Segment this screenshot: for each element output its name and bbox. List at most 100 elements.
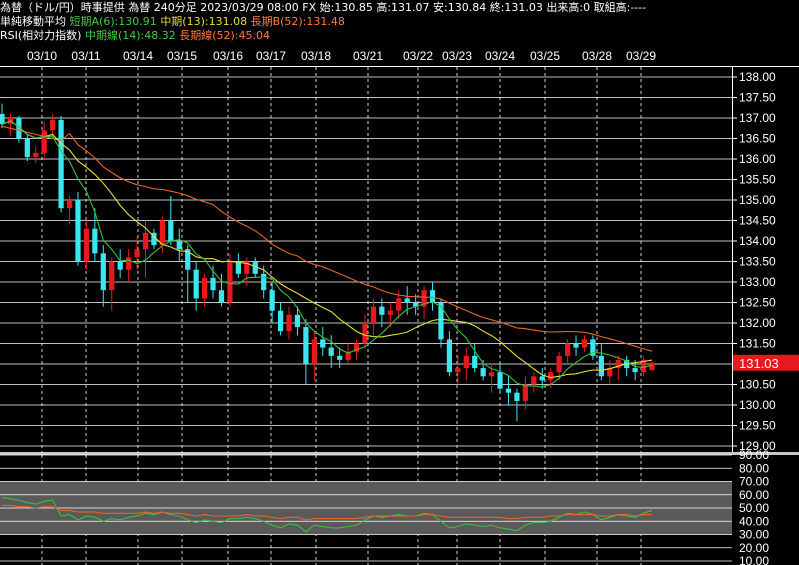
candle-body: [379, 306, 385, 315]
date-tick-label: 03/14: [123, 49, 153, 63]
rsi-tick-label: 70.00: [739, 475, 769, 489]
last-price-label: 131.03: [739, 356, 779, 371]
candle-body: [83, 228, 90, 262]
date-tick-label: 03/22: [403, 49, 433, 63]
candle-body: [0, 113, 5, 125]
candle-body: [66, 200, 73, 209]
date-tick-label: 03/28: [582, 49, 612, 63]
candle-body: [50, 120, 56, 131]
candle-body: [159, 220, 166, 246]
price-tick-label: 137.00: [739, 111, 776, 125]
candle-body: [235, 261, 241, 274]
candle-body: [387, 310, 393, 315]
candle-body: [539, 376, 545, 381]
candle-body: [303, 327, 309, 364]
candle-body: [438, 302, 444, 340]
date-tick-label: 03/18: [301, 49, 331, 63]
date-tick-label: 03/10: [27, 49, 57, 63]
rsi-tick-label: 30.00: [739, 528, 769, 542]
candle-body: [564, 343, 571, 356]
date-tick-label: 03/29: [626, 49, 656, 63]
candle-body: [193, 269, 199, 299]
candle-body: [598, 355, 604, 377]
candle-body: [581, 339, 588, 348]
candle-body: [294, 314, 301, 328]
price-tick-label: 132.00: [739, 316, 776, 330]
date-tick-label: 03/15: [167, 49, 197, 63]
rsi-tick-label: 40.00: [739, 514, 769, 528]
rsi-tick-label: 90.00: [739, 448, 769, 462]
candle-body: [649, 362, 655, 371]
candle-body: [320, 339, 326, 348]
candle-body: [480, 368, 486, 377]
price-tick-label: 135.50: [739, 173, 776, 187]
price-tick-label: 129.50: [739, 419, 776, 433]
rsi-tick-label: 50.00: [739, 501, 769, 515]
date-tick-label: 03/25: [530, 49, 560, 63]
candle-body: [548, 372, 554, 381]
candle-body: [286, 314, 292, 332]
price-tick-label: 134.50: [739, 214, 776, 228]
candle-body: [41, 130, 47, 153]
candle-body: [531, 376, 537, 385]
chart-canvas[interactable]: 138.00 137.50 137.00 136.50 136.00 135.50 135.…: [0, 0, 799, 565]
date-axis-bar: [0, 44, 799, 67]
date-tick-label: 03/17: [256, 49, 286, 63]
candle-body: [261, 273, 267, 291]
price-tick-label: 134.00: [739, 234, 776, 248]
price-tick-label: 131.50: [739, 337, 776, 351]
candle-body: [472, 355, 478, 369]
candle-body: [488, 372, 495, 377]
price-tick-label: 136.50: [739, 132, 776, 146]
candle-body: [210, 277, 216, 291]
candle-body: [117, 261, 123, 270]
price-tick-label: 133.00: [739, 275, 776, 289]
candle-body: [429, 290, 436, 303]
rsi-tick-label: 10.00: [739, 554, 769, 565]
price-tick-label: 136.00: [739, 152, 776, 166]
candle-body: [176, 241, 182, 250]
date-tick-label: 03/21: [353, 49, 383, 63]
panel-separator: [0, 452, 799, 455]
candle-body: [497, 372, 503, 389]
candle-body: [142, 232, 149, 250]
candle-body: [446, 339, 453, 373]
candle-body: [632, 368, 638, 373]
candle-body: [33, 152, 39, 157]
candle-body: [337, 355, 343, 360]
candle-body: [201, 277, 208, 299]
candle-body: [311, 339, 317, 364]
candle-body: [168, 220, 174, 241]
rsi-tick-label: 60.00: [739, 488, 769, 502]
date-tick-label: 03/11: [71, 49, 100, 63]
candle-body: [218, 290, 225, 303]
price-tick-label: 132.50: [739, 296, 776, 310]
ma-short-line: [1, 120, 653, 388]
candle-body: [463, 355, 469, 369]
candle-body: [396, 298, 402, 311]
candle-body: [362, 323, 368, 344]
candle-body: [24, 138, 30, 157]
candle-body: [505, 388, 512, 393]
rsi-tick-label: 20.00: [739, 541, 769, 555]
date-tick-label: 03/16: [213, 49, 243, 63]
candle-body: [134, 249, 140, 258]
ma-long-line: [1, 125, 653, 352]
candle-body: [455, 368, 461, 373]
candle-body: [227, 261, 233, 303]
candle-body: [269, 290, 275, 311]
price-tick-label: 133.50: [739, 255, 776, 269]
candle-body: [58, 120, 64, 209]
candle-body: [109, 261, 115, 291]
price-tick-label: 138.00: [739, 70, 776, 84]
price-tick-label: 130.00: [739, 398, 776, 412]
candle-body: [573, 343, 579, 348]
rsi-tick-label: 80.00: [739, 461, 769, 475]
price-tick-label: 137.50: [739, 91, 776, 105]
candle-body: [328, 347, 334, 356]
price-tick-label: 135.00: [739, 193, 776, 207]
candle-body: [92, 228, 98, 254]
candle-body: [522, 384, 528, 401]
candle-body: [514, 392, 520, 401]
candle-body: [370, 306, 377, 323]
